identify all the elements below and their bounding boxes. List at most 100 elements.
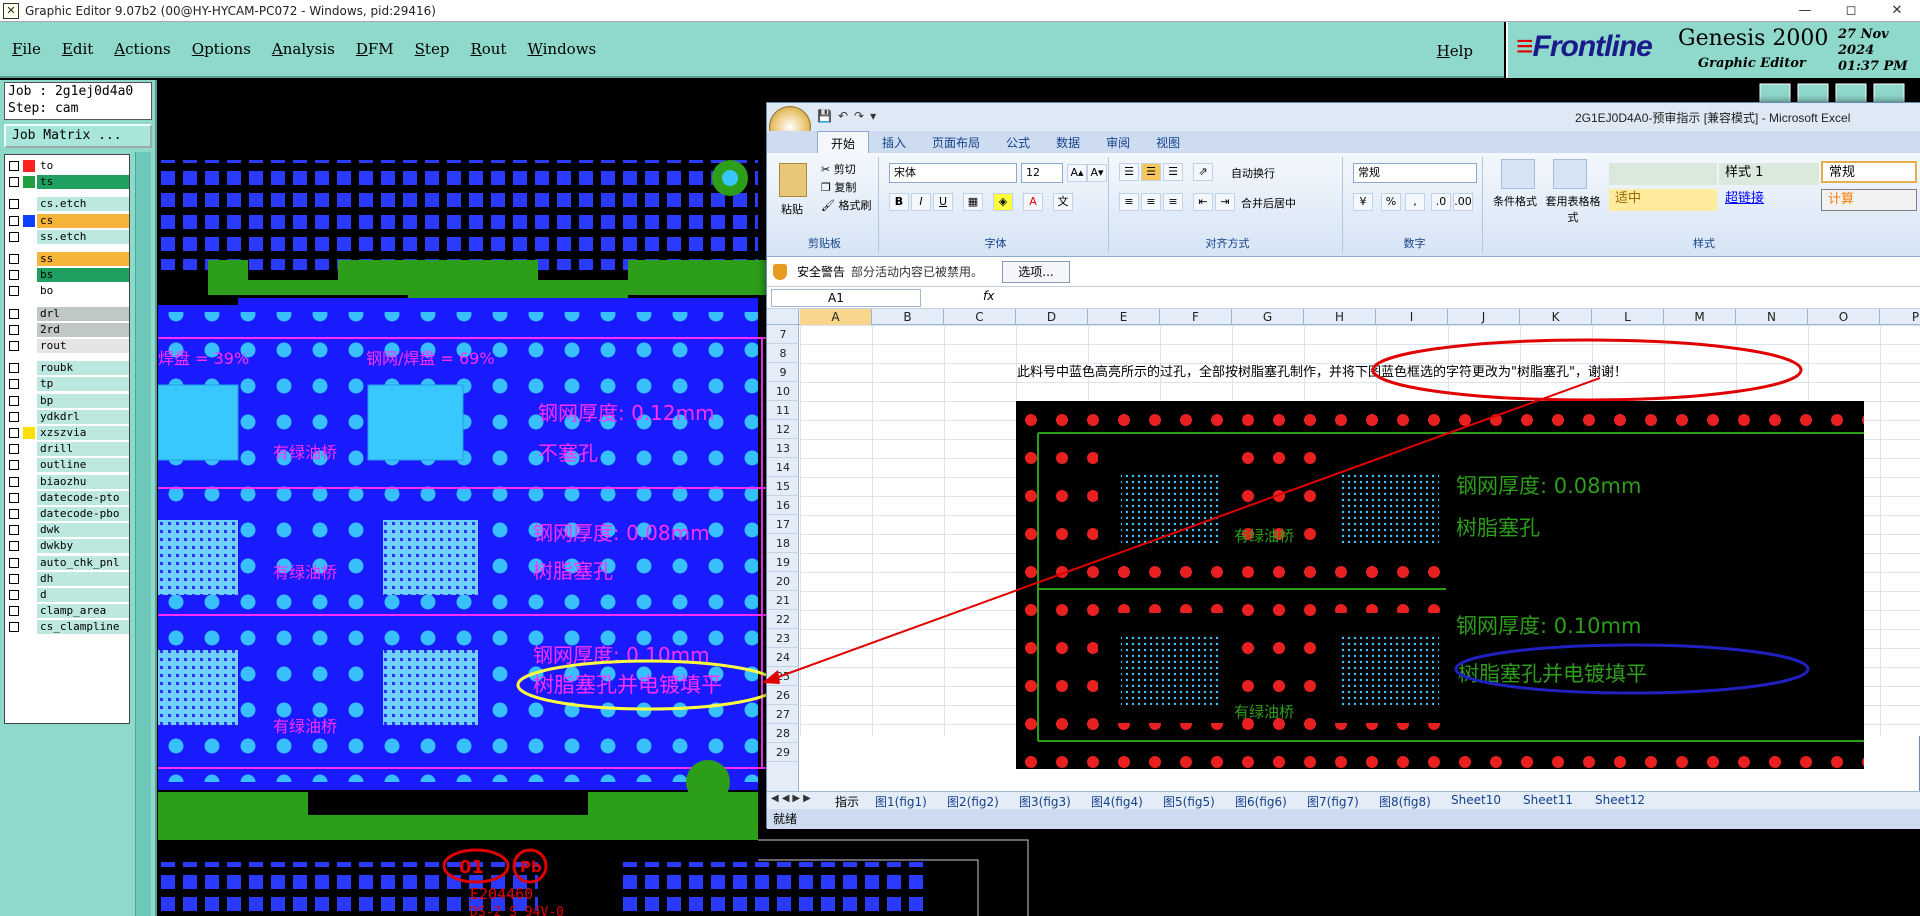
column-header[interactable]: D bbox=[1016, 309, 1088, 325]
layer-row[interactable]: tp bbox=[7, 377, 129, 392]
row-header[interactable]: 11 bbox=[767, 401, 799, 420]
menu-analysis[interactable]: Analysis bbox=[270, 38, 337, 60]
column-header[interactable]: P bbox=[1880, 309, 1920, 325]
layer-row[interactable]: datecode-pbo bbox=[7, 507, 129, 521]
align-middle-icon[interactable]: ☰ bbox=[1141, 163, 1161, 181]
comma-button[interactable]: , bbox=[1405, 193, 1425, 211]
ribbon-tab[interactable]: 公式 bbox=[993, 131, 1043, 153]
row-header[interactable]: 28 bbox=[767, 724, 799, 743]
menu-rout[interactable]: Rout bbox=[468, 38, 508, 60]
menu-edit[interactable]: Edit bbox=[60, 38, 95, 60]
layer-row[interactable]: drl bbox=[7, 306, 129, 321]
sheet-tab[interactable]: 图2(fig2) bbox=[947, 793, 999, 810]
ribbon-tab[interactable]: 开始 bbox=[817, 131, 870, 153]
column-header[interactable]: K bbox=[1520, 309, 1592, 325]
align-right-icon[interactable]: ≡ bbox=[1163, 193, 1183, 211]
column-header[interactable]: H bbox=[1304, 309, 1376, 325]
layer-checkbox[interactable] bbox=[9, 270, 19, 281]
menu-help[interactable]: Help bbox=[1435, 40, 1475, 62]
align-top-icon[interactable]: ☰ bbox=[1119, 163, 1139, 181]
ribbon-tab[interactable]: 插入 bbox=[869, 131, 919, 153]
layer-row[interactable]: ss.etch bbox=[7, 229, 129, 244]
row-header[interactable]: 24 bbox=[767, 648, 799, 667]
column-header[interactable]: C bbox=[944, 309, 1016, 325]
style-empty-cell[interactable] bbox=[1609, 163, 1717, 185]
row-header[interactable]: 18 bbox=[767, 534, 799, 553]
row-header[interactable]: 12 bbox=[767, 420, 799, 439]
layer-checkbox[interactable] bbox=[9, 525, 19, 536]
ribbon-tab[interactable]: 数据 bbox=[1043, 131, 1093, 153]
column-header[interactable]: M bbox=[1664, 309, 1736, 325]
layer-checkbox[interactable] bbox=[9, 492, 19, 503]
layer-row[interactable]: cs bbox=[7, 213, 129, 228]
sheet-tab[interactable]: 图3(fig3) bbox=[1019, 793, 1071, 810]
menu-windows[interactable]: Windows bbox=[525, 38, 598, 60]
layer-checkbox[interactable] bbox=[9, 428, 19, 438]
column-header[interactable]: J bbox=[1448, 309, 1520, 325]
row-header[interactable]: 15 bbox=[767, 477, 799, 496]
layer-row[interactable]: cs.etch bbox=[7, 197, 129, 212]
conditional-format-button[interactable]: 条件格式 bbox=[1493, 193, 1537, 209]
format-as-table-button[interactable]: 套用表格格式 bbox=[1545, 193, 1601, 225]
layer-checkbox[interactable] bbox=[9, 161, 19, 171]
row-header[interactable]: 19 bbox=[767, 553, 799, 572]
layer-checkbox[interactable] bbox=[9, 541, 19, 552]
column-header[interactable]: O bbox=[1808, 309, 1880, 325]
qat-dropdown-icon[interactable]: ▾ bbox=[870, 109, 876, 123]
number-format-select[interactable]: 常规 bbox=[1353, 163, 1477, 183]
layer-row[interactable]: drill bbox=[7, 442, 129, 457]
paste-icon[interactable] bbox=[779, 163, 807, 197]
grow-font-icon[interactable]: A▴ bbox=[1067, 164, 1087, 182]
percent-button[interactable]: % bbox=[1381, 193, 1401, 211]
ribbon-tab[interactable]: 页面布局 bbox=[919, 131, 993, 153]
copy-button[interactable]: ❐ 复制 bbox=[821, 179, 856, 195]
row-header[interactable]: 16 bbox=[767, 496, 799, 515]
orientation-icon[interactable]: ⇗ bbox=[1193, 163, 1213, 181]
minimize-icon[interactable]: — bbox=[1782, 0, 1828, 22]
layer-checkbox[interactable] bbox=[9, 557, 19, 568]
layer-row[interactable]: datecode-pto bbox=[7, 490, 129, 505]
font-name-select[interactable]: 宋体 bbox=[889, 163, 1017, 183]
column-header[interactable]: A bbox=[800, 309, 872, 325]
layer-checkbox[interactable] bbox=[9, 509, 19, 519]
currency-icon[interactable]: ¥ bbox=[1353, 193, 1373, 211]
sheet-tab[interactable]: 图7(fig7) bbox=[1307, 793, 1359, 810]
name-box[interactable]: A1 bbox=[771, 289, 921, 307]
increase-decimal-icon[interactable]: .0 bbox=[1431, 193, 1451, 211]
layer-checkbox[interactable] bbox=[9, 379, 19, 390]
layer-checkbox[interactable] bbox=[9, 231, 19, 242]
menu-dfm[interactable]: DFM bbox=[354, 38, 396, 60]
bold-button[interactable]: B bbox=[889, 193, 909, 211]
layer-row[interactable]: dh bbox=[7, 571, 129, 586]
select-all-corner[interactable] bbox=[767, 309, 799, 325]
layer-row[interactable]: xzszvia bbox=[7, 426, 129, 440]
row-header[interactable]: 27 bbox=[767, 705, 799, 724]
row-header[interactable]: 8 bbox=[767, 344, 799, 363]
close-icon[interactable]: ✕ bbox=[1874, 0, 1920, 22]
layer-row[interactable]: biaozhu bbox=[7, 474, 129, 489]
decrease-indent-icon[interactable]: ⇤ bbox=[1193, 193, 1213, 211]
style-calculation[interactable]: 计算 bbox=[1821, 189, 1917, 211]
layer-row[interactable]: clamp_area bbox=[7, 604, 129, 619]
format-as-table-icon[interactable] bbox=[1553, 159, 1587, 189]
layer-row[interactable]: roubk bbox=[7, 361, 129, 376]
sheet-tab[interactable]: Sheet10 bbox=[1451, 793, 1501, 807]
font-size-select[interactable]: 12 bbox=[1021, 163, 1063, 183]
layer-row[interactable]: bs bbox=[7, 268, 129, 283]
layer-checkbox[interactable] bbox=[9, 363, 19, 374]
underline-button[interactable]: U bbox=[933, 193, 953, 211]
layer-row[interactable]: cs_clampline bbox=[7, 620, 129, 635]
column-header[interactable]: L bbox=[1592, 309, 1664, 325]
security-options-button[interactable]: 选项... bbox=[1002, 261, 1070, 283]
save-icon[interactable]: 💾 bbox=[817, 109, 832, 123]
layer-row[interactable]: dwk bbox=[7, 523, 129, 538]
decrease-decimal-icon[interactable]: .00 bbox=[1453, 193, 1473, 211]
layer-row[interactable]: outline bbox=[7, 458, 129, 473]
ribbon-tab[interactable]: 审阅 bbox=[1093, 131, 1143, 153]
sheet-tab[interactable]: 图8(fig8) bbox=[1379, 793, 1431, 810]
sheet-tab[interactable]: 图6(fig6) bbox=[1235, 793, 1287, 810]
italic-button[interactable]: I bbox=[911, 193, 931, 211]
sheet-nav-icons[interactable]: ◀◀▶▶ bbox=[771, 793, 814, 804]
cut-button[interactable]: ✂ 剪切 bbox=[821, 161, 856, 177]
menu-actions[interactable]: Actions bbox=[112, 38, 172, 60]
